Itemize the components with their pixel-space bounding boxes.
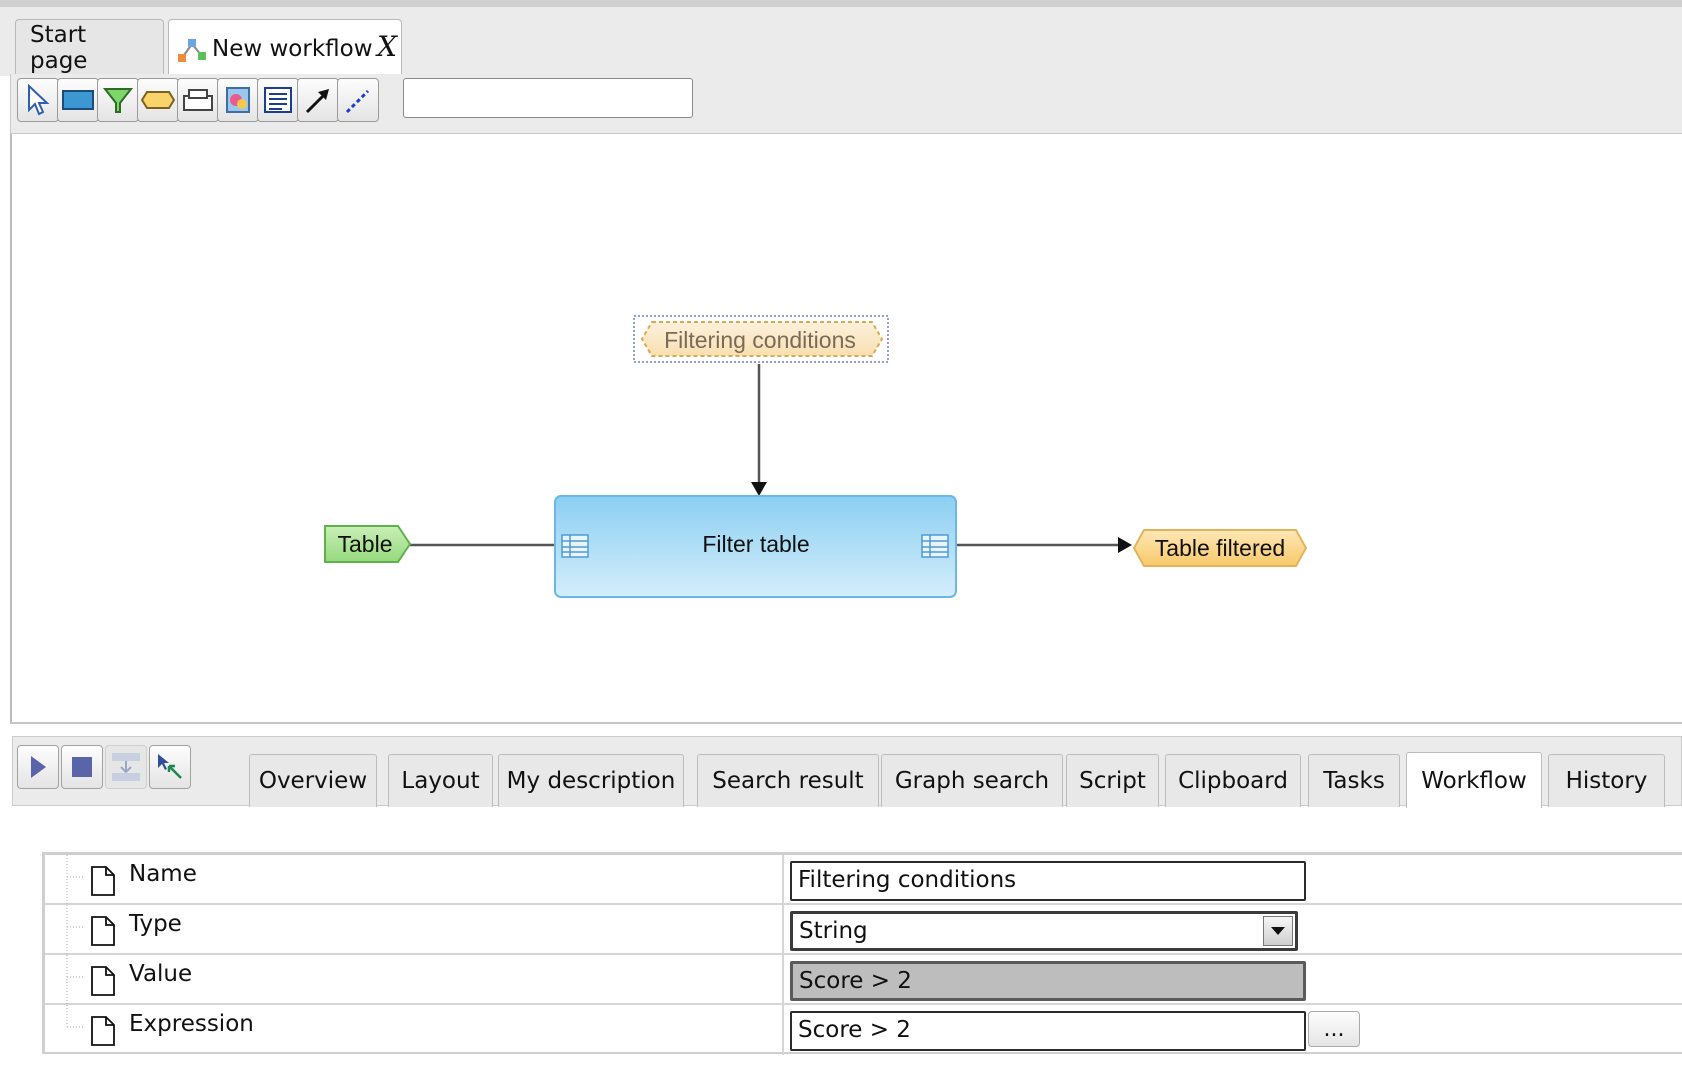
property-sheet: Name Filtering conditions Type String Va… — [42, 852, 1682, 1055]
document-icon — [91, 966, 115, 996]
tab-search-result[interactable]: Search result — [697, 754, 879, 807]
name-field-value: Filtering conditions — [798, 867, 1017, 893]
tab-layout-label: Layout — [401, 768, 480, 794]
property-label-type: Type — [129, 911, 182, 937]
property-row-value: Value Score > 2 — [45, 955, 1682, 1005]
document-icon — [91, 916, 115, 946]
output-node-label: Table filtered — [1155, 535, 1285, 561]
database-node-icon[interactable] — [217, 78, 259, 122]
diagram-toolbar — [10, 74, 1682, 134]
tree-connector — [66, 905, 83, 955]
column-divider — [782, 1005, 784, 1055]
tab-overview-label: Overview — [258, 768, 368, 794]
step-into-icon[interactable] — [105, 745, 147, 789]
toolbar-search-input[interactable] — [403, 78, 693, 118]
expression-field-value: Score > 2 — [798, 1017, 911, 1043]
property-label-value: Value — [129, 961, 193, 987]
column-divider — [782, 905, 784, 955]
value-field: Score > 2 — [790, 961, 1306, 1001]
tab-workflow-label: Workflow — [1421, 767, 1527, 794]
close-icon[interactable]: X — [377, 30, 397, 63]
edge-filter-to-output[interactable] — [955, 537, 1132, 553]
pointer-select-icon[interactable] — [17, 78, 59, 122]
tab-clipboard[interactable]: Clipboard — [1165, 754, 1301, 807]
property-row-name: Name Filtering conditions — [45, 855, 1682, 905]
stack-node-icon[interactable] — [177, 78, 219, 122]
document-note-icon[interactable] — [257, 78, 299, 122]
process-node-label: Filter table — [702, 531, 809, 557]
tab-layout[interactable]: Layout — [388, 754, 493, 807]
lower-tab-bar: Overview Layout My description Search re… — [12, 736, 1682, 808]
tab-my-description-label: My description — [506, 768, 676, 794]
select-cursor-icon[interactable] — [149, 745, 191, 789]
tab-tasks[interactable]: Tasks — [1308, 754, 1400, 807]
tab-search-result-label: Search result — [712, 768, 864, 794]
tab-history[interactable]: History — [1548, 754, 1665, 807]
tab-tasks-label: Tasks — [1323, 768, 1385, 794]
rectangle-node-icon[interactable] — [57, 78, 99, 122]
connector-arrow-icon[interactable] — [297, 78, 339, 122]
value-field-value: Score > 2 — [799, 968, 912, 994]
tab-new-workflow-label: New workflow — [212, 35, 373, 62]
tab-clipboard-label: Clipboard — [1178, 768, 1288, 794]
tree-connector — [66, 855, 83, 905]
expression-edit-button[interactable]: ... — [1308, 1011, 1360, 1047]
play-icon[interactable] — [17, 745, 59, 789]
input-node-label: Table — [338, 531, 393, 557]
hexagon-parameter-icon[interactable] — [137, 78, 179, 122]
process-node-filter-table[interactable]: Filter table — [554, 495, 957, 598]
type-select-value: String — [799, 918, 868, 944]
expression-field[interactable]: Score > 2 — [790, 1011, 1306, 1051]
tab-workflow[interactable]: Workflow — [1406, 752, 1542, 808]
tab-start-label: Start page — [30, 22, 88, 74]
workflow-diagram: Filtering conditions Table Filter table — [324, 315, 1308, 598]
edge-parameter-to-filter[interactable] — [751, 364, 767, 496]
output-port-table-icon[interactable] — [921, 534, 949, 558]
tree-connector — [66, 1005, 83, 1028]
type-select[interactable]: String — [790, 911, 1298, 951]
property-label-expression: Expression — [129, 1011, 254, 1037]
property-row-type: Type String — [45, 905, 1682, 955]
tab-new-workflow[interactable]: New workflow X — [168, 19, 402, 77]
input-port-table-icon[interactable] — [561, 534, 589, 558]
tab-overview[interactable]: Overview — [249, 754, 377, 807]
workflow-icon — [178, 38, 206, 62]
document-icon — [91, 866, 115, 896]
tab-graph-search-label: Graph search — [894, 768, 1050, 794]
tab-start-page[interactable]: Start page — [15, 19, 164, 76]
tab-history-label: History — [1565, 768, 1648, 794]
tab-script[interactable]: Script — [1066, 754, 1159, 807]
tab-my-description[interactable]: My description — [498, 754, 684, 807]
property-label-name: Name — [129, 861, 197, 887]
tab-script-label: Script — [1079, 768, 1146, 794]
column-divider — [782, 955, 784, 1005]
document-tab-bar: Start page New workflow X — [0, 0, 1682, 77]
tab-graph-search[interactable]: Graph search — [881, 754, 1063, 807]
name-field[interactable]: Filtering conditions — [790, 861, 1306, 901]
edge-table-to-filter[interactable] — [410, 537, 568, 553]
parameter-node-filtering-conditions[interactable]: Filtering conditions — [633, 315, 889, 363]
workflow-canvas[interactable]: Filtering conditions Table Filter table — [10, 134, 1682, 724]
tree-connector — [66, 955, 83, 1005]
chevron-down-icon[interactable] — [1263, 916, 1293, 946]
column-divider — [782, 855, 784, 905]
property-row-expression: Expression Score > 2 ... — [45, 1005, 1682, 1055]
dashed-connector-icon[interactable] — [337, 78, 379, 122]
output-node-table-filtered[interactable]: Table filtered — [1132, 529, 1308, 567]
filter-funnel-icon[interactable] — [97, 78, 139, 122]
lower-panel: Overview Layout My description Search re… — [0, 730, 1682, 1068]
parameter-node-label: Filtering conditions — [664, 327, 856, 353]
stop-icon[interactable] — [61, 745, 103, 789]
input-node-table[interactable]: Table — [324, 525, 412, 563]
document-icon — [91, 1016, 115, 1046]
